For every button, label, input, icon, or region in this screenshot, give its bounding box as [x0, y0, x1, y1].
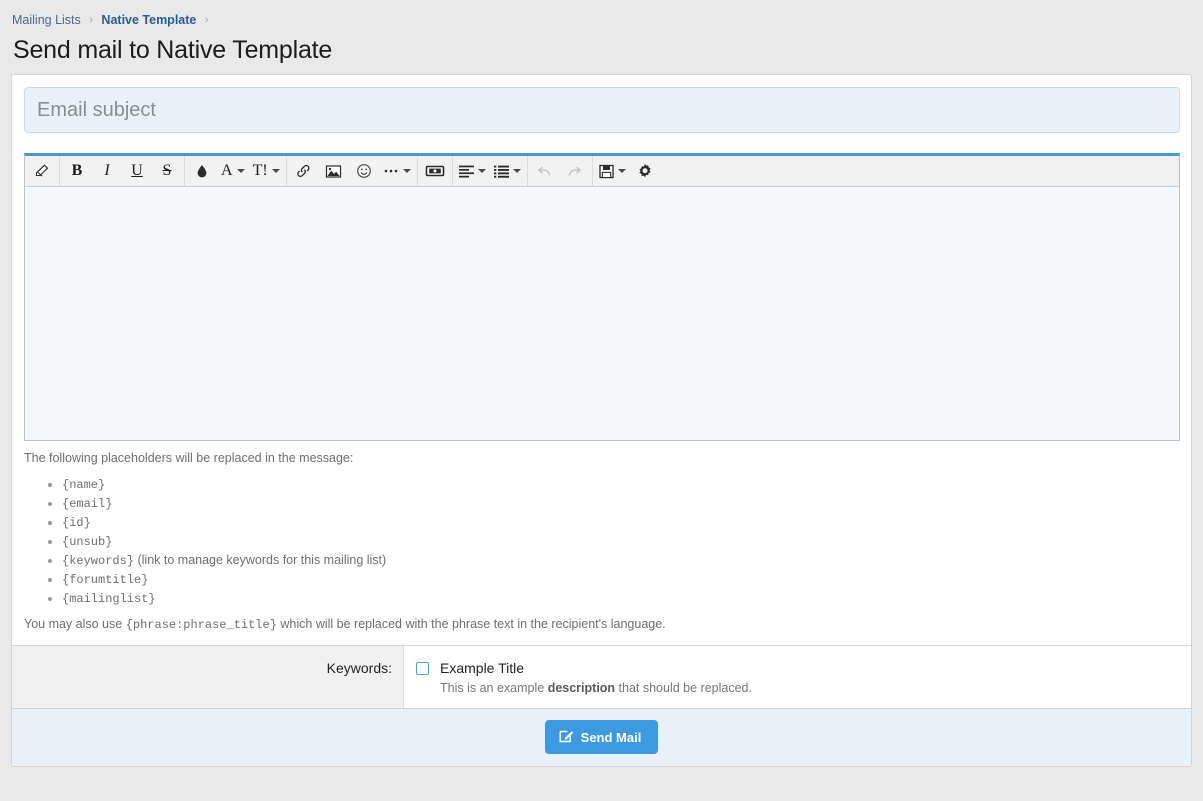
list-item: {id}: [62, 513, 1179, 532]
email-subject-input[interactable]: [24, 87, 1180, 133]
list-item: {forumtitle}: [62, 570, 1179, 589]
font-size-letter: T!: [253, 162, 268, 180]
phrase-note-before: You may also use: [24, 617, 126, 631]
breadcrumb-item-native-template[interactable]: Native Template: [101, 13, 196, 27]
breadcrumb-separator-icon-2: ›: [200, 14, 214, 26]
phrase-placeholder-code: {phrase:phrase_title}: [126, 618, 277, 632]
keywords-row: Keywords: Example Title This is an examp…: [12, 645, 1191, 709]
list-item: {name}: [62, 475, 1179, 494]
toolbar-group-format-clear: [25, 156, 60, 186]
placeholder-code: {name}: [62, 478, 105, 492]
keyword-item: Example Title: [416, 660, 1191, 676]
phrase-placeholder-note: You may also use {phrase:phrase_title} w…: [24, 616, 1179, 634]
image-icon[interactable]: [319, 156, 349, 186]
toolbar-group-paragraph: [453, 156, 528, 186]
breadcrumb-separator-icon: ›: [84, 14, 98, 26]
chevron-down-icon: [403, 169, 411, 173]
chevron-down-icon: [272, 169, 280, 173]
keyword-description-bold: description: [548, 681, 615, 695]
placeholder-code: {mailinglist}: [62, 592, 156, 606]
placeholder-code: {email}: [62, 497, 112, 511]
breadcrumb: Mailing Lists › Native Template ›: [0, 0, 1203, 30]
chevron-down-icon: [513, 169, 521, 173]
background-color-icon[interactable]: [187, 156, 217, 186]
keyword-description: This is an example description that shou…: [440, 680, 1191, 696]
toolbar-group-insert: [287, 156, 418, 186]
placeholder-note: (link to manage keywords for this mailin…: [134, 553, 386, 567]
bold-icon[interactable]: B: [62, 156, 92, 186]
keyword-description-before: This is an example: [440, 681, 548, 695]
undo-icon[interactable]: [530, 156, 560, 186]
smiley-icon[interactable]: [349, 156, 379, 186]
keyword-title: Example Title: [440, 660, 524, 676]
rich-text-editor: B I U S A: [24, 153, 1180, 441]
toolbar-group-history: [528, 156, 593, 186]
send-mail-label: Send Mail: [581, 730, 642, 745]
placeholder-code: {id}: [62, 516, 91, 530]
card-body: B I U S A: [12, 75, 1191, 634]
chevron-down-icon: [618, 169, 626, 173]
placeholders-intro: The following placeholders will be repla…: [24, 450, 1179, 467]
list-icon[interactable]: [490, 156, 525, 186]
send-mail-card: B I U S A: [11, 74, 1192, 767]
placeholder-code: {forumtitle}: [62, 573, 148, 587]
keyword-checkbox-example-title[interactable]: [416, 662, 429, 675]
placeholder-code: {keywords}: [62, 554, 134, 568]
page-root: Mailing Lists › Native Template › Send m…: [0, 0, 1203, 801]
editor-toolbar: B I U S A: [25, 156, 1179, 187]
keywords-label: Keywords:: [327, 660, 392, 676]
send-mail-button[interactable]: Send Mail: [545, 720, 659, 754]
more-options-icon[interactable]: [379, 156, 415, 186]
compose-icon: [559, 728, 574, 746]
redo-icon[interactable]: [560, 156, 590, 186]
list-item: {email}: [62, 494, 1179, 513]
font-color-letter: A: [221, 162, 233, 180]
italic-icon[interactable]: I: [92, 156, 122, 186]
breadcrumb-item-mailing-lists[interactable]: Mailing Lists: [12, 13, 81, 27]
link-icon[interactable]: [289, 156, 319, 186]
placeholder-code: {unsub}: [62, 535, 112, 549]
media-icon[interactable]: [420, 156, 450, 186]
keywords-value-cell: Example Title This is an example descrip…: [404, 646, 1191, 708]
toolbar-group-tools: [593, 156, 662, 186]
keyword-description-after: that should be replaced.: [615, 681, 752, 695]
list-item: {keywords} (link to manage keywords for …: [62, 551, 1179, 570]
keywords-label-cell: Keywords:: [12, 646, 404, 708]
toolbar-group-color-size: A T!: [185, 156, 287, 186]
phrase-note-after: which will be replaced with the phrase t…: [277, 617, 666, 631]
underline-icon[interactable]: U: [122, 156, 152, 186]
text-align-icon[interactable]: [455, 156, 490, 186]
editor-content-area[interactable]: [25, 187, 1179, 440]
strikethrough-icon[interactable]: S: [152, 156, 182, 186]
placeholders-list: {name} {email} {id} {unsub} {keywords} (…: [24, 475, 1179, 608]
list-item: {unsub}: [62, 532, 1179, 551]
gear-icon[interactable]: [630, 156, 660, 186]
font-size-icon[interactable]: T!: [249, 156, 284, 186]
chevron-down-icon: [478, 169, 486, 173]
list-item: {mailinglist}: [62, 589, 1179, 608]
draft-save-icon[interactable]: [595, 156, 630, 186]
card-footer: Send Mail: [12, 709, 1191, 766]
font-color-icon[interactable]: A: [217, 156, 249, 186]
remove-format-icon[interactable]: [27, 156, 57, 186]
toolbar-group-text-style: B I U S: [60, 156, 185, 186]
chevron-down-icon: [237, 169, 245, 173]
page-title: Send mail to Native Template: [0, 30, 1203, 66]
toolbar-group-media: [418, 156, 453, 186]
